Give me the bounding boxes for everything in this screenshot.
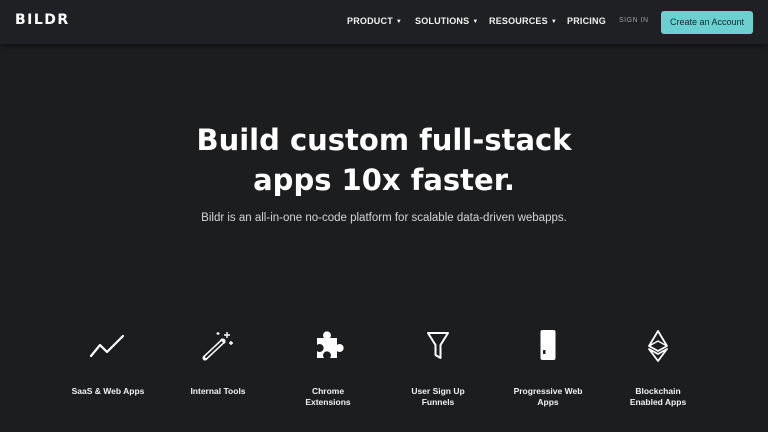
feature-saas-web-apps[interactable]: SaaS & Web Apps (53, 328, 163, 397)
hero-headline-line-1: Build custom full-stack (196, 123, 572, 157)
bildr-logo[interactable]: BILDR (15, 12, 70, 28)
feature-label: Chrome Extensions (305, 386, 351, 407)
feature-chrome-extensions[interactable]: Chrome Extensions (273, 328, 383, 408)
feature-blockchain-enabled-apps[interactable]: Blockchain Enabled Apps (603, 328, 713, 408)
funnel-icon (383, 328, 493, 364)
nav-item-resources[interactable]: RESOURCES ▼ (489, 16, 557, 26)
sign-in-link[interactable]: SIGN IN (619, 17, 649, 24)
chevron-down-icon: ▼ (395, 19, 403, 25)
nav-item-label: RESOURCES (489, 16, 548, 26)
ethereum-icon (603, 328, 713, 364)
nav-item-label: SOLUTIONS (415, 16, 470, 26)
feature-label: Progressive Web Apps (513, 386, 583, 407)
feature-label: User Sign Up Funnels (411, 386, 465, 407)
feature-progressive-web-apps[interactable]: Progressive Web Apps (493, 328, 603, 408)
hero-headline: Build custom full-stack apps 10x faster. (0, 120, 768, 200)
feature-internal-tools[interactable]: Internal Tools (163, 328, 273, 397)
nav-item-pricing[interactable]: PRICING (567, 16, 606, 26)
nav-item-solutions[interactable]: SOLUTIONS ▼ (415, 16, 478, 26)
magic-wand-icon (163, 328, 273, 364)
hero-subheadline: Bildr is an all-in-one no-code platform … (201, 212, 567, 224)
hero-headline-line-2: apps 10x faster. (253, 163, 515, 197)
landing-page: BILDR PRODUCT ▼ SOLUTIONS ▼ RESOURCES ▼ PRI… (0, 0, 768, 432)
line-chart-icon (53, 328, 163, 364)
nav-item-product[interactable]: PRODUCT ▼ (347, 16, 402, 26)
puzzle-piece-icon (273, 328, 383, 364)
create-account-button[interactable]: Create an Account (661, 11, 753, 34)
feature-user-sign-up-funnels[interactable]: User Sign Up Funnels (383, 328, 493, 408)
feature-label: Internal Tools (190, 386, 246, 396)
chevron-down-icon: ▼ (550, 19, 557, 25)
nav-item-label: PRICING (567, 16, 606, 26)
top-navbar: BILDR PRODUCT ▼ SOLUTIONS ▼ RESOURCES ▼ PRI… (0, 0, 768, 44)
feature-label: SaaS & Web Apps (71, 386, 145, 396)
feature-label: Blockchain Enabled Apps (629, 386, 687, 407)
chevron-down-icon: ▼ (472, 19, 479, 25)
nav-item-label: PRODUCT (347, 16, 393, 26)
mobile-phone-icon (493, 328, 603, 364)
